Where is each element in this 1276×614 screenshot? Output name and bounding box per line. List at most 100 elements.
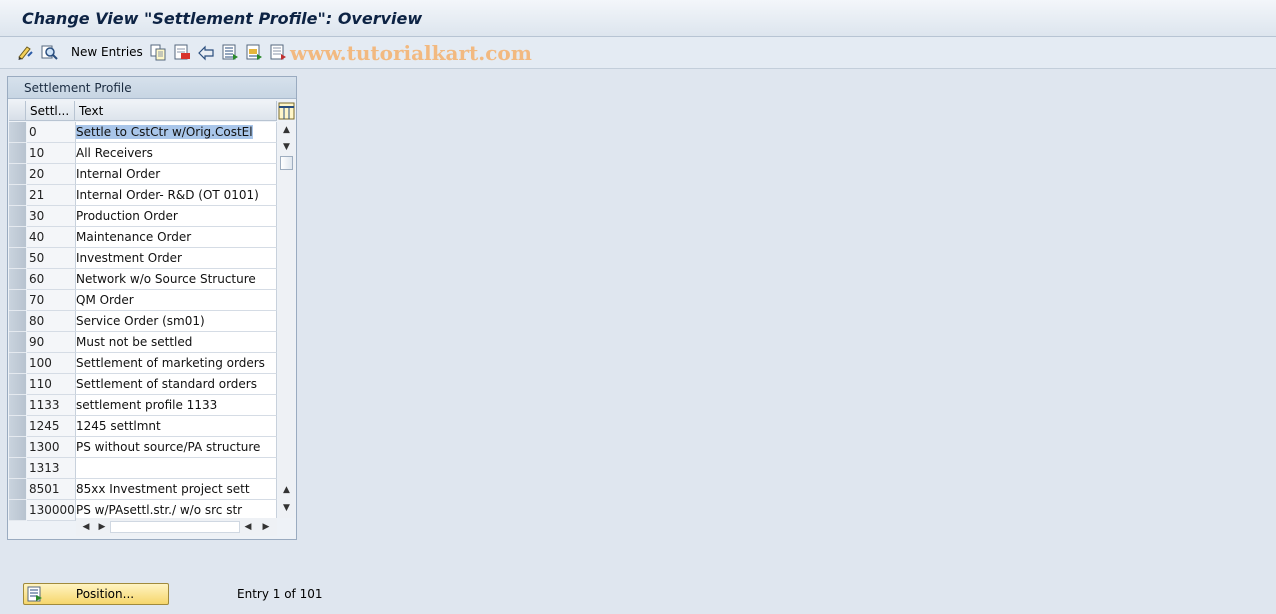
text-cell[interactable]: Must not be settled [76,332,277,353]
row-selector[interactable] [9,269,26,290]
row-selector[interactable] [9,185,26,206]
select-all-rows-button[interactable] [9,101,26,121]
settlement-profile-cell: 20 [27,164,76,185]
row-selector[interactable] [9,248,26,269]
text-cell[interactable]: Production Order [76,206,277,227]
scroll-page-left-icon[interactable]: ◀ [240,518,256,536]
table-row[interactable]: 30 Production Order [9,206,277,227]
table-row[interactable]: 1300 PS without source/PA structure [9,437,277,458]
details-icon[interactable] [41,44,58,61]
settlement-profile-cell: 1133 [27,395,76,416]
scroll-left-icon[interactable]: ◀ [78,518,94,536]
row-selector[interactable] [9,290,26,311]
settlement-profile-cell: 21 [27,185,76,206]
row-selector[interactable] [9,500,26,521]
display-change-icon[interactable] [17,44,34,61]
text-cell[interactable]: Settlement of standard orders [76,374,277,395]
table-title-bar: Settlement Profile [8,77,296,99]
watermark: www.tutorialkart.com [290,41,532,65]
text-cell[interactable]: settlement profile 1133 [76,395,277,416]
deselect-all-icon[interactable] [270,44,287,61]
table-row[interactable]: 0 Settle to CstCtr w/Orig.CostEl [9,122,277,143]
table-row[interactable]: 20 Internal Order [9,164,277,185]
row-selector[interactable] [9,353,26,374]
scroll-up-icon[interactable]: ▲ [278,122,295,139]
settlement-profile-cell: 50 [27,248,76,269]
entry-counter: Entry 1 of 101 [237,587,323,601]
row-selector[interactable] [9,311,26,332]
row-selector[interactable] [9,143,26,164]
horizontal-scrollbar[interactable]: ◀ ▶ ◀ ▶ [76,518,277,536]
scroll-page-right-icon[interactable]: ▶ [258,518,274,536]
vertical-scrollbar[interactable]: ▲ ▼ ▲ ▼ [278,122,295,518]
scroll-page-up-icon[interactable]: ▲ [278,482,295,499]
undo-icon[interactable] [198,44,215,61]
table-row[interactable]: 10 All Receivers [9,143,277,164]
table-row[interactable]: 110 Settlement of standard orders [9,374,277,395]
table-row[interactable]: 60 Network w/o Source Structure [9,269,277,290]
row-selector[interactable] [9,437,26,458]
row-selector[interactable] [9,479,26,500]
table-row[interactable]: 100 Settlement of marketing orders [9,353,277,374]
row-selector[interactable] [9,227,26,248]
table-row[interactable]: 1313 [9,458,277,479]
text-cell[interactable]: 85xx Investment project sett [76,479,277,500]
table-row[interactable]: 1245 1245 settlmnt [9,416,277,437]
scroll-thumb[interactable] [280,156,293,170]
table-row[interactable]: 80 Service Order (sm01) [9,311,277,332]
text-cell[interactable]: Investment Order [76,248,277,269]
table-row[interactable]: 90 Must not be settled [9,332,277,353]
table-row[interactable]: 70 QM Order [9,290,277,311]
column-settings-icon[interactable] [278,102,295,120]
settlement-profile-cell: 30 [27,206,76,227]
application-toolbar: New Entries www.tutorialkart.com [0,37,1276,69]
table-row[interactable]: 50 Investment Order [9,248,277,269]
text-cell[interactable]: Settlement of marketing orders [76,353,277,374]
text-cell[interactable]: Service Order (sm01) [76,311,277,332]
new-entries-button[interactable]: New Entries [71,45,143,59]
row-selector[interactable] [9,164,26,185]
text-cell[interactable]: Network w/o Source Structure [76,269,277,290]
settlement-profile-cell: 10 [27,143,76,164]
row-selector[interactable] [9,416,26,437]
row-selector[interactable] [9,206,26,227]
text-cell[interactable]: PS without source/PA structure [76,437,277,458]
copy-icon[interactable] [150,44,167,61]
table-row[interactable]: 1133 settlement profile 1133 [9,395,277,416]
select-block-icon[interactable] [246,44,263,61]
text-cell[interactable]: Settle to CstCtr w/Orig.CostEl [76,122,277,143]
scroll-track[interactable] [110,521,240,533]
settlement-profile-table: Settlement Profile Settl... Text 0 Settle… [7,76,297,540]
position-button[interactable]: Position... [23,583,169,605]
text-cell[interactable]: Internal Order- R&D (OT 0101) [76,185,277,206]
text-cell[interactable]: Maintenance Order [76,227,277,248]
text-cell[interactable]: All Receivers [76,143,277,164]
select-all-icon[interactable] [222,44,239,61]
column-header-text[interactable]: Text [75,101,277,121]
row-selector[interactable] [9,332,26,353]
table-row[interactable]: 40 Maintenance Order [9,227,277,248]
text-cell[interactable]: Internal Order [76,164,277,185]
settlement-profile-cell: 110 [27,374,76,395]
settlement-profile-cell: 40 [27,227,76,248]
delete-icon[interactable] [174,44,191,61]
text-cell[interactable]: QM Order [76,290,277,311]
column-header-settlement-profile[interactable]: Settl... [26,101,75,121]
text-cell[interactable] [76,458,277,479]
row-selector[interactable] [9,458,26,479]
row-selector[interactable] [9,395,26,416]
text-cell[interactable]: 1245 settlmnt [76,416,277,437]
scroll-page-down-icon[interactable]: ▼ [278,500,295,517]
table-row[interactable]: 8501 85xx Investment project sett [9,479,277,500]
table-row[interactable]: 130000 PS w/PAsettl.str./ w/o src str [9,500,277,521]
settlement-profile-cell: 0 [27,122,76,143]
table-body: 0 Settle to CstCtr w/Orig.CostEl 10 All Re… [9,122,277,521]
text-cell-selected: Settle to CstCtr w/Orig.CostEl [76,125,253,139]
settlement-profile-cell: 90 [27,332,76,353]
scroll-right-icon[interactable]: ▶ [94,518,110,536]
main-content: Settlement Profile Settl... Text 0 Settle… [0,70,1276,614]
scroll-down-icon[interactable]: ▼ [278,139,295,156]
table-row[interactable]: 21 Internal Order- R&D (OT 0101) [9,185,277,206]
row-selector[interactable] [9,122,26,143]
row-selector[interactable] [9,374,26,395]
